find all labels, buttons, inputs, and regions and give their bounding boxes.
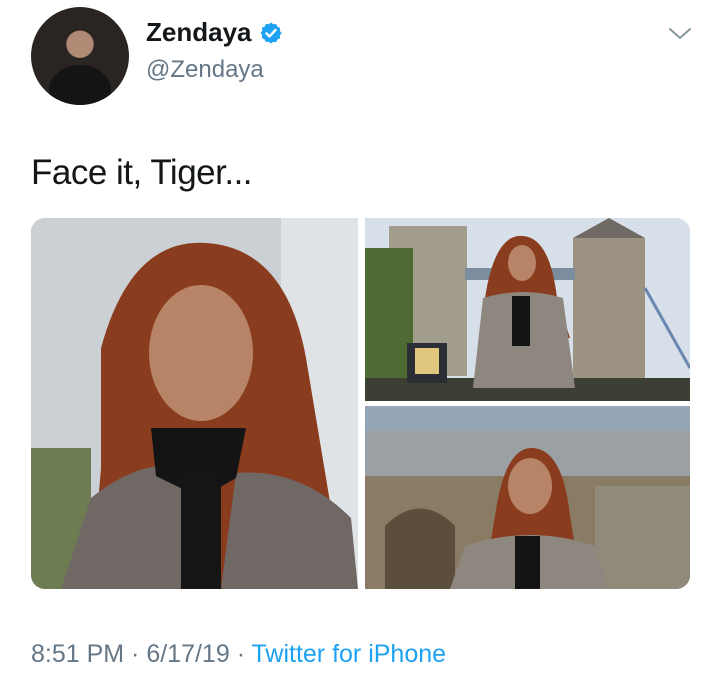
media-photo-1[interactable] [31, 218, 358, 589]
display-name[interactable]: Zendaya [146, 17, 252, 48]
separator: · [229, 640, 252, 668]
tweet-date[interactable]: 6/17/19 [146, 640, 229, 668]
author-handle[interactable]: @Zendaya [146, 56, 264, 84]
chevron-down-icon[interactable] [667, 26, 693, 42]
separator: · [124, 640, 147, 668]
avatar[interactable] [31, 7, 129, 105]
verified-badge-icon [259, 21, 283, 45]
media-photo-2[interactable] [365, 218, 690, 401]
media-photo-3[interactable] [365, 406, 690, 589]
tweet-timestamp-row: 8:51 PM · 6/17/19 · Twitter for iPhone [31, 640, 446, 669]
tweet-time[interactable]: 8:51 PM [31, 640, 124, 668]
tweet-source-link[interactable]: Twitter for iPhone [252, 640, 447, 668]
author-name-row: Zendaya [146, 17, 283, 48]
tweet-text: Face it, Tiger... [31, 153, 253, 192]
